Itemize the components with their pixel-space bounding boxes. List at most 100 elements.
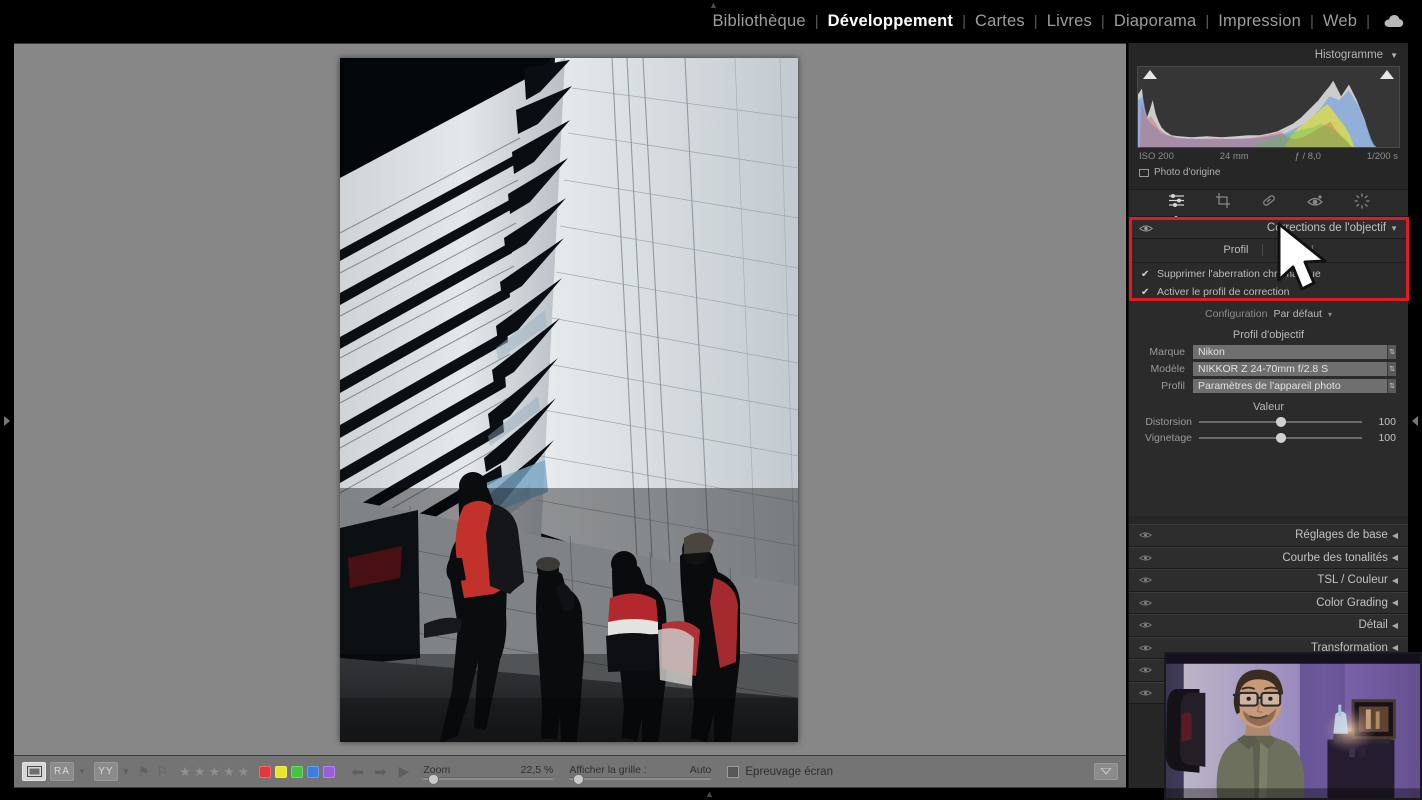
lens-model-row: Modèle NIKKOR Z 24-70mm f/2.8 S ⇅ bbox=[1129, 362, 1408, 379]
color-label-blue[interactable] bbox=[307, 765, 320, 778]
distortion-slider[interactable] bbox=[1199, 417, 1362, 427]
color-label-purple[interactable] bbox=[323, 765, 336, 778]
masking-tool[interactable] bbox=[1353, 192, 1370, 214]
toolbar-dropdown-button[interactable] bbox=[1094, 763, 1118, 780]
rating-stars[interactable]: ★ ★ ★ ★ ★ bbox=[179, 764, 249, 780]
panel-reglages-de-base[interactable]: Réglages de base ◀ bbox=[1129, 524, 1408, 547]
flag-reject-icon[interactable]: ⚐ bbox=[157, 764, 169, 780]
tab-profil[interactable]: Profil bbox=[1209, 244, 1262, 256]
arrow-right-icon[interactable]: ➡ bbox=[374, 763, 387, 781]
chevron-left-icon[interactable]: ◀ bbox=[1392, 643, 1398, 652]
cloud-icon[interactable] bbox=[1384, 14, 1404, 28]
lens-profile-value[interactable]: Paramètres de l'appareil photo bbox=[1193, 379, 1387, 393]
lens-make-spinner[interactable]: ⇅ bbox=[1387, 345, 1396, 359]
compare-view-button[interactable]: RA bbox=[50, 762, 74, 781]
color-label-green[interactable] bbox=[291, 765, 304, 778]
eye-icon[interactable] bbox=[1139, 643, 1153, 653]
vignetting-value[interactable]: 100 bbox=[1362, 432, 1396, 444]
tab-manuel[interactable]: Manuel bbox=[1262, 244, 1327, 256]
chevron-down-icon[interactable]: ▼ bbox=[1390, 224, 1398, 233]
histogram-header[interactable]: Histogramme ▼ bbox=[1129, 43, 1408, 66]
chevron-left-icon[interactable]: ◀ bbox=[1392, 621, 1398, 630]
module-web[interactable]: Web bbox=[1314, 12, 1366, 31]
star-icon[interactable]: ★ bbox=[179, 764, 191, 780]
module-livres[interactable]: Livres bbox=[1038, 12, 1101, 31]
star-icon[interactable]: ★ bbox=[223, 764, 235, 780]
eye-icon[interactable] bbox=[1139, 620, 1153, 630]
star-icon[interactable]: ★ bbox=[208, 764, 220, 780]
filmstrip-collapse-icon[interactable]: ▲ bbox=[709, 0, 718, 10]
star-icon[interactable]: ★ bbox=[194, 764, 206, 780]
red-eye-tool[interactable] bbox=[1306, 194, 1324, 213]
remove-chromatic-aberration-checkbox[interactable]: ✔ Supprimer l'aberration chromatique bbox=[1129, 265, 1408, 283]
loupe-view-button[interactable] bbox=[22, 762, 46, 781]
color-label-yellow[interactable] bbox=[275, 765, 288, 778]
module-cartes[interactable]: Cartes bbox=[966, 12, 1034, 31]
chevron-left-icon[interactable]: ◀ bbox=[1392, 553, 1398, 562]
left-panel-expand-arrow[interactable] bbox=[0, 42, 14, 800]
panel-courbe-des-tonalites[interactable]: Courbe des tonalités ◀ bbox=[1129, 546, 1408, 569]
lens-corrections-tabs: Profil Manuel bbox=[1129, 239, 1408, 263]
zoom-slider-knob[interactable] bbox=[428, 773, 440, 785]
lens-profile-spinner[interactable]: ⇅ bbox=[1387, 379, 1396, 393]
vignetting-slider-knob[interactable] bbox=[1275, 433, 1286, 443]
enable-profile-correction-checkbox[interactable]: ✔ Activer le profil de correction bbox=[1129, 283, 1408, 301]
chevron-left-icon[interactable]: ◀ bbox=[1392, 598, 1398, 607]
panel-color-grading[interactable]: Color Grading ◀ bbox=[1129, 591, 1408, 614]
distortion-value[interactable]: 100 bbox=[1362, 416, 1396, 428]
eye-icon[interactable] bbox=[1139, 598, 1153, 608]
eye-icon[interactable] bbox=[1139, 223, 1153, 233]
distortion-slider-knob[interactable] bbox=[1275, 417, 1286, 427]
chevron-down-icon[interactable]: ▼ bbox=[1390, 51, 1398, 60]
photo-preview[interactable] bbox=[340, 58, 798, 742]
grid-slider-knob[interactable] bbox=[573, 773, 585, 785]
play-icon[interactable]: ▶ bbox=[399, 763, 410, 780]
color-label-swatches[interactable] bbox=[259, 765, 336, 778]
chevron-down-icon[interactable]: ▾ bbox=[1328, 310, 1332, 319]
zoom-slider[interactable] bbox=[423, 773, 554, 785]
eye-icon[interactable] bbox=[1139, 553, 1153, 563]
chevron-left-icon[interactable]: ◀ bbox=[1392, 531, 1398, 540]
crop-tool[interactable] bbox=[1215, 193, 1231, 213]
lens-model-value[interactable]: NIKKOR Z 24-70mm f/2.8 S bbox=[1193, 362, 1387, 376]
chevron-left-icon[interactable]: ◀ bbox=[1392, 576, 1398, 585]
configuration-value[interactable]: Par défaut bbox=[1274, 308, 1322, 320]
arrow-left-icon[interactable]: ⬅ bbox=[351, 763, 364, 781]
module-bibliotheque[interactable]: Bibliothèque bbox=[703, 12, 814, 31]
panel-expand-left-icon bbox=[1412, 416, 1418, 426]
panel-detail[interactable]: Détail ◀ bbox=[1129, 614, 1408, 637]
module-developpement[interactable]: Développement bbox=[819, 12, 962, 31]
panel-tsl-couleur[interactable]: TSL / Couleur ◀ bbox=[1129, 569, 1408, 592]
exif-shutter: 1/200 s bbox=[1366, 151, 1398, 162]
histogram-graph[interactable] bbox=[1137, 66, 1400, 148]
grid-value[interactable]: Auto bbox=[690, 764, 712, 776]
softproof-checkbox[interactable] bbox=[727, 765, 740, 778]
checkbox-icon[interactable] bbox=[1139, 168, 1149, 177]
highlight-clipping-triangle[interactable] bbox=[1380, 70, 1394, 79]
basic-adjustments-tool[interactable] bbox=[1168, 193, 1185, 219]
image-canvas[interactable] bbox=[14, 43, 1126, 755]
lens-make-value[interactable]: Nikon bbox=[1193, 345, 1387, 359]
grid-slider[interactable] bbox=[569, 773, 712, 785]
eye-icon[interactable] bbox=[1139, 530, 1153, 540]
caret-down-icon[interactable]: ▼ bbox=[122, 767, 130, 776]
healing-brush-tool[interactable] bbox=[1261, 193, 1277, 213]
zoom-label: Zoom bbox=[423, 763, 451, 776]
eye-icon[interactable] bbox=[1139, 665, 1153, 675]
shadow-clipping-triangle[interactable] bbox=[1143, 70, 1157, 79]
flag-icon[interactable]: ⚑ bbox=[138, 764, 150, 780]
original-photo-toggle[interactable]: Photo d'origine bbox=[1139, 167, 1398, 178]
eye-icon[interactable] bbox=[1139, 575, 1153, 585]
eye-icon[interactable] bbox=[1139, 688, 1153, 698]
module-diaporama[interactable]: Diaporama bbox=[1105, 12, 1206, 31]
module-impression[interactable]: Impression bbox=[1209, 12, 1310, 31]
color-label-red[interactable] bbox=[259, 765, 272, 778]
vignetting-slider[interactable] bbox=[1199, 433, 1362, 443]
lens-model-spinner[interactable]: ⇅ bbox=[1387, 362, 1396, 376]
filmstrip-expand-icon[interactable]: ▲ bbox=[705, 789, 714, 799]
lens-corrections-header[interactable]: Corrections de l'objectif ▼ bbox=[1129, 217, 1408, 239]
survey-view-button[interactable]: YY bbox=[93, 762, 118, 781]
star-icon[interactable]: ★ bbox=[238, 764, 250, 780]
caret-down-icon[interactable]: ▼ bbox=[78, 767, 86, 776]
configuration-row[interactable]: Configuration Par défaut ▾ bbox=[1129, 304, 1408, 323]
